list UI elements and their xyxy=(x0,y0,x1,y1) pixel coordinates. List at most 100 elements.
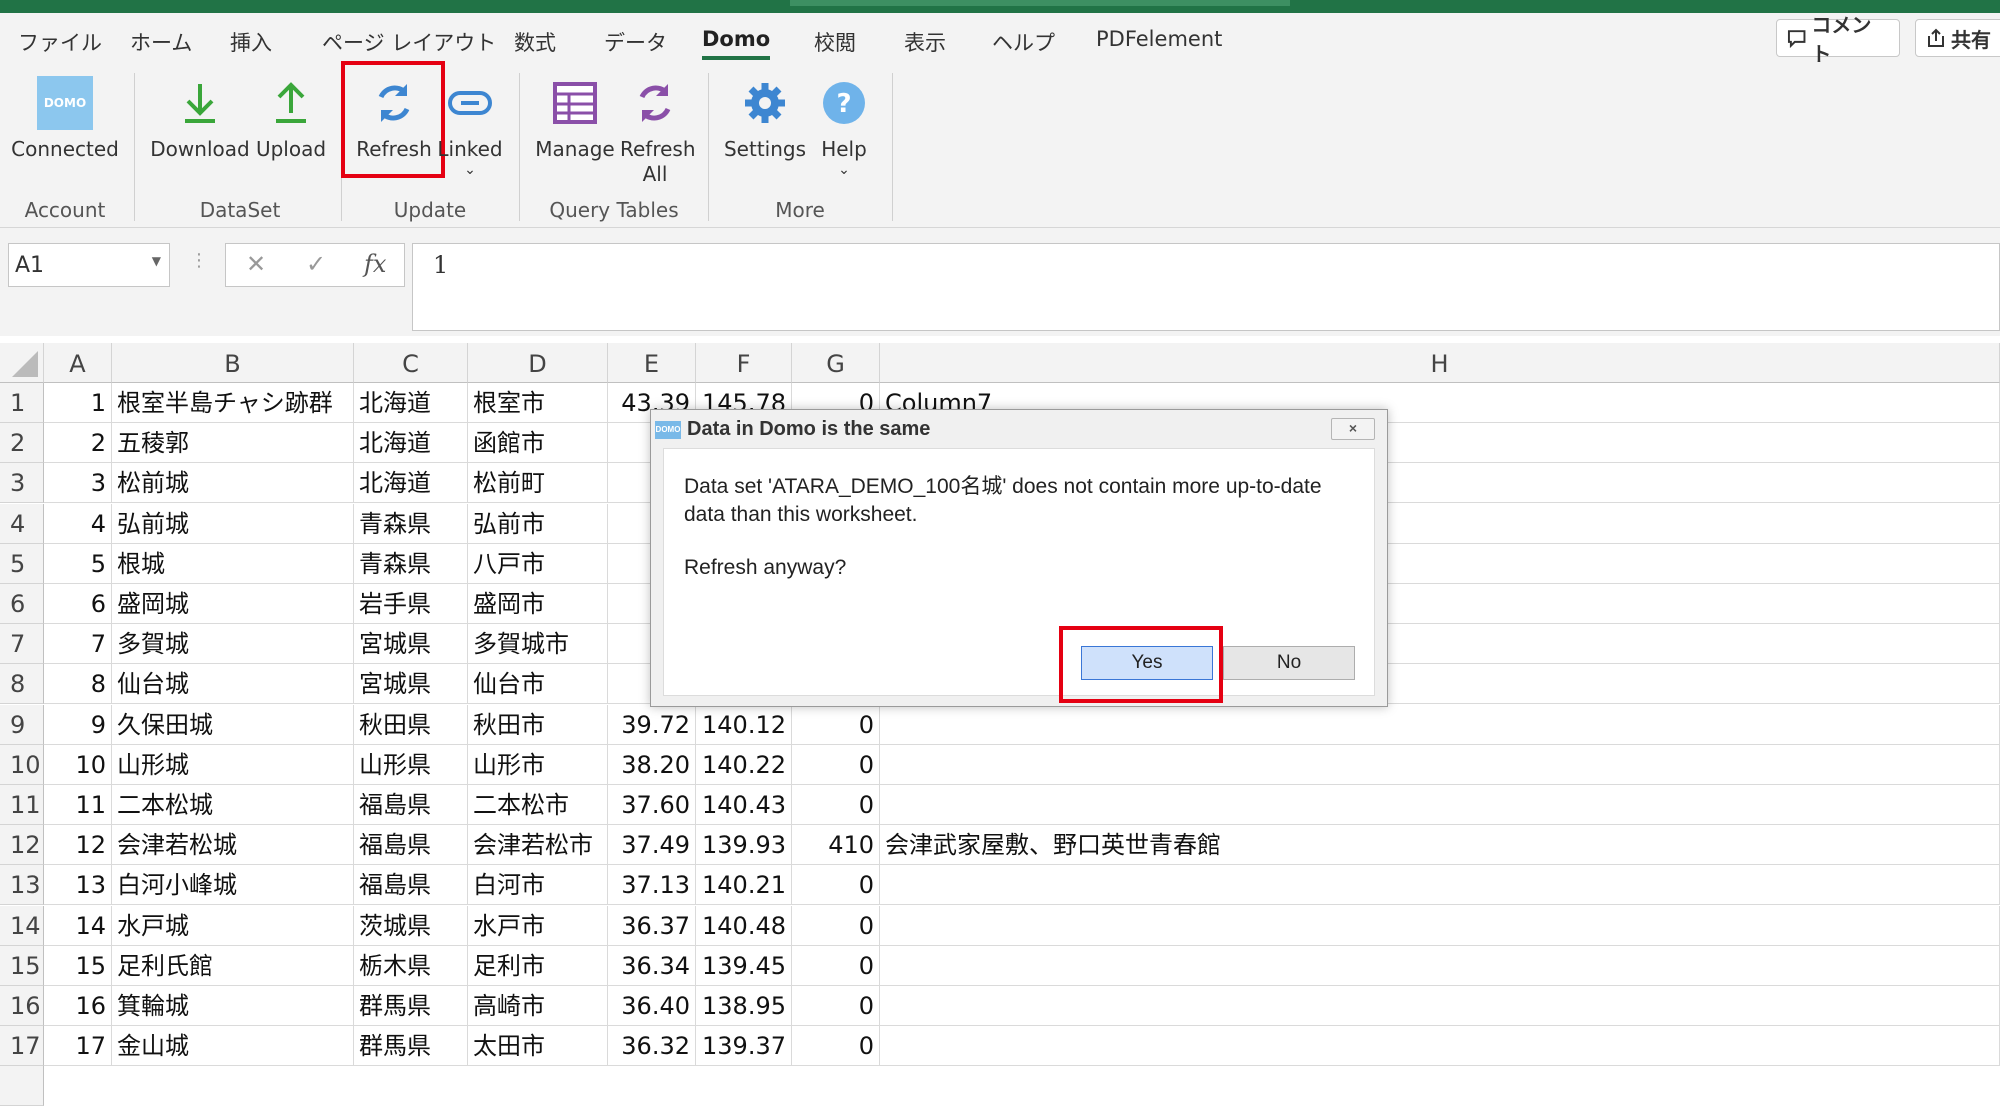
cell-d8[interactable]: 仙台市 xyxy=(468,664,608,704)
cell-g9[interactable]: 0 xyxy=(792,705,880,745)
cell-b15[interactable]: 足利氏館 xyxy=(112,946,354,986)
tab-domo[interactable]: Domo xyxy=(702,27,771,60)
column-header[interactable]: C xyxy=(354,343,468,383)
cell-g10[interactable]: 0 xyxy=(792,745,880,785)
cell-h15[interactable] xyxy=(880,946,2000,986)
cell-f14[interactable]: 140.48 xyxy=(696,906,792,946)
cell-c13[interactable]: 福島県 xyxy=(354,865,468,905)
cell-b2[interactable]: 五稜郭 xyxy=(112,423,354,463)
settings-button[interactable]: Settings xyxy=(718,73,812,162)
row-header[interactable]: 14 xyxy=(0,906,44,946)
row-header[interactable]: 2 xyxy=(0,423,44,463)
cell-a6[interactable]: 6 xyxy=(44,584,112,624)
cell-e12[interactable]: 37.49 xyxy=(608,825,696,865)
cell-c3[interactable]: 北海道 xyxy=(354,463,468,503)
cell-h14[interactable] xyxy=(880,906,2000,946)
cell-b14[interactable]: 水戸城 xyxy=(112,906,354,946)
cell-c2[interactable]: 北海道 xyxy=(354,423,468,463)
row-header[interactable]: 12 xyxy=(0,825,44,865)
cell-f13[interactable]: 140.21 xyxy=(696,865,792,905)
cell-c16[interactable]: 群馬県 xyxy=(354,986,468,1026)
cell-a1[interactable]: 1 xyxy=(44,383,112,423)
download-button[interactable]: Download xyxy=(150,73,250,162)
formula-input[interactable]: 1 xyxy=(412,243,2000,331)
tab-formulas[interactable]: 数式 xyxy=(514,27,556,57)
cell-c12[interactable]: 福島県 xyxy=(354,825,468,865)
cell-e13[interactable]: 37.13 xyxy=(608,865,696,905)
cell-d13[interactable]: 白河市 xyxy=(468,865,608,905)
cell-c6[interactable]: 岩手県 xyxy=(354,584,468,624)
manage-button[interactable]: Manage xyxy=(530,73,620,162)
cell-e9[interactable]: 39.72 xyxy=(608,705,696,745)
cell-d6[interactable]: 盛岡市 xyxy=(468,584,608,624)
cell-b3[interactable]: 松前城 xyxy=(112,463,354,503)
cell-d10[interactable]: 山形市 xyxy=(468,745,608,785)
tab-page-layout[interactable]: ページ レイアウト xyxy=(322,27,496,57)
cell-b1[interactable]: 根室半島チャシ跡群 xyxy=(112,383,354,423)
cell-g17[interactable]: 0 xyxy=(792,1026,880,1066)
tab-data[interactable]: データ xyxy=(604,27,667,57)
cell-c15[interactable]: 栃木県 xyxy=(354,946,468,986)
cell-d7[interactable]: 多賀城市 xyxy=(468,624,608,664)
row-header[interactable]: 8 xyxy=(0,664,44,704)
cell-d15[interactable]: 足利市 xyxy=(468,946,608,986)
cell-b10[interactable]: 山形城 xyxy=(112,745,354,785)
cell-b5[interactable]: 根城 xyxy=(112,544,354,584)
tab-view[interactable]: 表示 xyxy=(904,27,946,57)
cell-e10[interactable]: 38.20 xyxy=(608,745,696,785)
connected-button[interactable]: DOMO Connected xyxy=(10,73,120,162)
cell-d11[interactable]: 二本松市 xyxy=(468,785,608,825)
row-header[interactable]: 9 xyxy=(0,705,44,745)
cell-a9[interactable]: 9 xyxy=(44,705,112,745)
cell-c11[interactable]: 福島県 xyxy=(354,785,468,825)
row-header[interactable]: 7 xyxy=(0,624,44,664)
linked-button[interactable]: Linked ⌄ xyxy=(432,73,508,178)
cell-a5[interactable]: 5 xyxy=(44,544,112,584)
drag-handle-icon[interactable]: ⋮ xyxy=(190,250,208,271)
cell-b17[interactable]: 金山城 xyxy=(112,1026,354,1066)
cell-c17[interactable]: 群馬県 xyxy=(354,1026,468,1066)
cell-g15[interactable]: 0 xyxy=(792,946,880,986)
row-header[interactable]: 13 xyxy=(0,865,44,905)
cell-f12[interactable]: 139.93 xyxy=(696,825,792,865)
cell-a17[interactable]: 17 xyxy=(44,1026,112,1066)
cell-d17[interactable]: 太田市 xyxy=(468,1026,608,1066)
cell-d14[interactable]: 水戸市 xyxy=(468,906,608,946)
cell-f11[interactable]: 140.43 xyxy=(696,785,792,825)
cell-e11[interactable]: 37.60 xyxy=(608,785,696,825)
column-header[interactable]: G xyxy=(792,343,880,383)
cell-f9[interactable]: 140.12 xyxy=(696,705,792,745)
column-header[interactable]: B xyxy=(112,343,354,383)
cell-a16[interactable]: 16 xyxy=(44,986,112,1026)
cell-b8[interactable]: 仙台城 xyxy=(112,664,354,704)
cell-b13[interactable]: 白河小峰城 xyxy=(112,865,354,905)
cell-c10[interactable]: 山形県 xyxy=(354,745,468,785)
cell-h17[interactable] xyxy=(880,1026,2000,1066)
refresh-all-button[interactable]: Refresh All xyxy=(614,73,696,187)
cell-a8[interactable]: 8 xyxy=(44,664,112,704)
cell-d3[interactable]: 松前町 xyxy=(468,463,608,503)
cell-b9[interactable]: 久保田城 xyxy=(112,705,354,745)
cell-a2[interactable]: 2 xyxy=(44,423,112,463)
cell-h10[interactable] xyxy=(880,745,2000,785)
cell-a3[interactable]: 3 xyxy=(44,463,112,503)
row-header[interactable]: 6 xyxy=(0,584,44,624)
row-header[interactable]: 1 xyxy=(0,383,44,423)
cell-c14[interactable]: 茨城県 xyxy=(354,906,468,946)
column-header[interactable]: D xyxy=(468,343,608,383)
row-header[interactable]: 5 xyxy=(0,544,44,584)
cell-f16[interactable]: 138.95 xyxy=(696,986,792,1026)
cell-d16[interactable]: 高崎市 xyxy=(468,986,608,1026)
cell-c9[interactable]: 秋田県 xyxy=(354,705,468,745)
help-button[interactable]: ? Help ⌄ xyxy=(806,73,882,178)
column-header[interactable]: A xyxy=(44,343,112,383)
upload-button[interactable]: Upload xyxy=(246,73,336,162)
cell-g14[interactable]: 0 xyxy=(792,906,880,946)
cell-g16[interactable]: 0 xyxy=(792,986,880,1026)
cell-d4[interactable]: 弘前市 xyxy=(468,504,608,544)
cell-g13[interactable]: 0 xyxy=(792,865,880,905)
tab-pdfelement[interactable]: PDFelement xyxy=(1096,27,1222,51)
cell-h13[interactable] xyxy=(880,865,2000,905)
cell-a12[interactable]: 12 xyxy=(44,825,112,865)
tab-insert[interactable]: 挿入 xyxy=(230,27,272,57)
